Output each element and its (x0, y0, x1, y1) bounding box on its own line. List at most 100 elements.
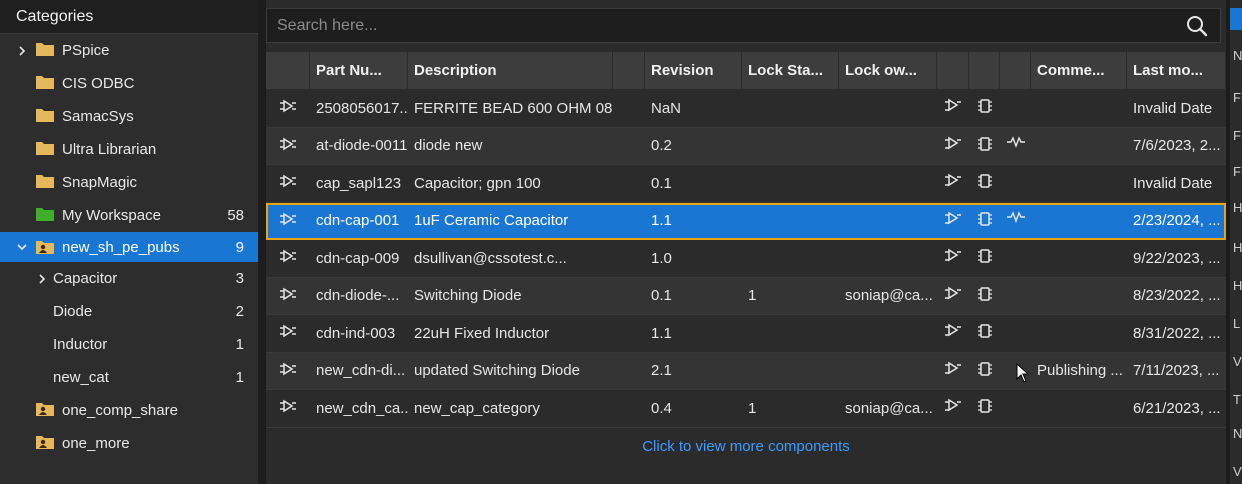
part-icon[interactable] (266, 240, 310, 277)
footprint-icon[interactable] (969, 203, 1000, 240)
column-header[interactable] (613, 52, 645, 89)
category-count: 1 (235, 369, 244, 386)
simulation-model-icon[interactable] (1000, 128, 1031, 165)
properties-tab[interactable] (1230, 8, 1242, 30)
part-icon[interactable] (266, 128, 310, 165)
chevron-down-icon[interactable] (16, 241, 28, 253)
part-icon[interactable] (266, 278, 310, 315)
simulation-model-icon[interactable] (1000, 203, 1031, 240)
table-row[interactable]: 2508056017... FERRITE BEAD 600 OHM 08... N… (266, 90, 1226, 128)
last-modified-cell: 9/22/2023, ... (1133, 249, 1221, 267)
view-more-link[interactable]: Click to view more components (266, 427, 1226, 465)
mouse-cursor-icon (1016, 363, 1030, 383)
footprint-icon[interactable] (969, 240, 1000, 277)
last-modified-cell: 2/23/2024, ... (1133, 212, 1221, 230)
category-item[interactable]: Capacitor 3 (0, 262, 258, 295)
blank-cell (613, 278, 645, 315)
footprint-icon[interactable] (969, 353, 1000, 390)
table-row[interactable]: cdn-diode-... Switching Diode 0.1 1 soniap@c… (266, 277, 1226, 315)
category-item[interactable]: SamacSys (0, 100, 258, 133)
description-cell: 1uF Ceramic Capacitor (414, 212, 569, 230)
lock-status-cell (742, 165, 839, 202)
lock-status-cell (742, 128, 839, 165)
property-label-fragment: N (1233, 426, 1242, 441)
symbol-icon[interactable] (937, 203, 969, 240)
column-header[interactable]: Description (408, 52, 613, 89)
category-item[interactable]: one_comp_share (0, 394, 258, 427)
description-cell: updated Switching Diode (414, 362, 580, 380)
search-icon[interactable] (1184, 13, 1210, 39)
table-row[interactable]: new_cdn-di... updated Switching Diode 2.1 P… (266, 352, 1226, 390)
category-item[interactable]: new_cat 1 (0, 361, 258, 394)
category-item[interactable]: Diode 2 (0, 295, 258, 328)
category-label: new_cat (53, 369, 109, 386)
column-header[interactable]: Lock ow... (839, 52, 937, 89)
footprint-icon[interactable] (969, 90, 1000, 127)
column-header[interactable]: Part Nu... (310, 52, 408, 89)
column-header[interactable] (969, 52, 1000, 89)
categories-title: Categories (16, 7, 94, 25)
category-item[interactable]: PSpice (0, 34, 258, 67)
table-row[interactable]: cdn-cap-009 dsullivan@cssotest.c... 1.0 9/2… (266, 240, 1226, 278)
column-header[interactable]: Lock Sta... (742, 52, 839, 89)
symbol-icon[interactable] (937, 390, 969, 427)
footprint-icon[interactable] (969, 390, 1000, 427)
folder-icon (35, 74, 55, 90)
footprint-icon[interactable] (969, 165, 1000, 202)
panel-divider[interactable] (258, 0, 266, 484)
revision-cell: 1.1 (651, 324, 672, 342)
symbol-icon[interactable] (937, 240, 969, 277)
part-icon[interactable] (266, 353, 310, 390)
table-row[interactable]: at-diode-0011 diode new 0.2 7/6/2023, 2... (266, 127, 1226, 165)
part-icon[interactable] (266, 315, 310, 352)
chevron-right-icon[interactable] (36, 273, 48, 285)
footprint-icon[interactable] (969, 128, 1000, 165)
chevron-right-icon[interactable] (16, 45, 28, 57)
category-item[interactable]: Inductor 1 (0, 328, 258, 361)
part-icon[interactable] (266, 203, 310, 240)
footprint-icon[interactable] (969, 315, 1000, 352)
column-header[interactable] (937, 52, 969, 89)
comment-cell (1031, 240, 1127, 277)
category-item[interactable]: My Workspace 58 (0, 199, 258, 232)
category-item[interactable]: SnapMagic (0, 166, 258, 199)
category-item[interactable]: one_more (0, 427, 258, 460)
category-label: PSpice (62, 42, 110, 59)
table-row[interactable]: new_cdn_ca... new_cap_category 0.4 1 soniap@… (266, 390, 1226, 428)
lock-status-cell (742, 353, 839, 390)
blank-cell (613, 128, 645, 165)
footprint-icon[interactable] (969, 278, 1000, 315)
column-header[interactable]: Last mo... (1127, 52, 1226, 89)
shared-folder-icon (35, 401, 55, 417)
last-modified-cell: 8/31/2022, ... (1133, 324, 1221, 342)
column-header[interactable] (266, 52, 310, 89)
column-header[interactable]: Comme... (1031, 52, 1127, 89)
category-count: 58 (227, 207, 244, 224)
symbol-icon[interactable] (937, 353, 969, 390)
column-header[interactable]: Revision (645, 52, 742, 89)
symbol-icon[interactable] (937, 165, 969, 202)
column-header[interactable] (1000, 52, 1031, 89)
table-row[interactable]: cap_sapl123 Capacitor; gpn 100 0.1 Invalid … (266, 165, 1226, 203)
components-panel: Part Nu...Description RevisionLock Sta...… (266, 0, 1226, 484)
part-icon[interactable] (266, 390, 310, 427)
symbol-icon[interactable] (937, 278, 969, 315)
property-label-fragment: L (1233, 316, 1241, 331)
part-icon[interactable] (266, 90, 310, 127)
category-item[interactable]: Ultra Librarian (0, 133, 258, 166)
search-input[interactable] (267, 9, 1184, 42)
category-label: new_sh_pe_pubs (62, 238, 180, 256)
table-row[interactable]: cdn-cap-001 1uF Ceramic Capacitor 1.1 2/23/… (266, 202, 1226, 240)
symbol-icon[interactable] (937, 128, 969, 165)
symbol-icon[interactable] (937, 90, 969, 127)
category-item[interactable]: CIS ODBC (0, 67, 258, 100)
part-icon[interactable] (266, 165, 310, 202)
description-cell: FERRITE BEAD 600 OHM 08... (414, 99, 613, 117)
category-tree: PSpice CIS ODBC SamacSys Ultra Librarian Sna… (0, 34, 258, 460)
category-count: 1 (235, 336, 244, 353)
property-label-fragment: H (1233, 240, 1242, 255)
category-label: Diode (53, 303, 93, 320)
category-item[interactable]: new_sh_pe_pubs 9 (0, 232, 258, 262)
table-row[interactable]: cdn-ind-003 22uH Fixed Inductor 1.1 8/31/20… (266, 315, 1226, 353)
symbol-icon[interactable] (937, 315, 969, 352)
